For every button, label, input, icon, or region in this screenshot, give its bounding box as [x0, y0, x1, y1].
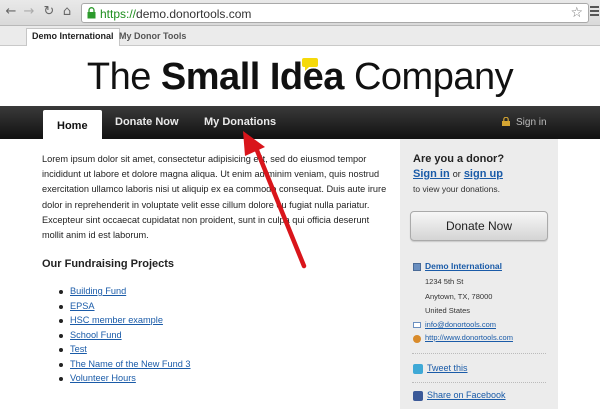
browser-toolbar: ← → ↻ ⌂ https://demo.donortools.com ☆ — [0, 0, 600, 26]
sidebar-sign-up-link[interactable]: sign up — [464, 168, 503, 180]
bookmark-star-icon[interactable]: ☆ — [570, 5, 583, 21]
twitter-icon — [413, 364, 423, 374]
facebook-share-link[interactable]: Share on Facebook — [427, 390, 506, 400]
organization-icon — [413, 263, 421, 271]
secure-lock-icon — [87, 7, 96, 19]
address-line: Anytown, TX, 78000 — [425, 292, 493, 301]
email-icon — [413, 322, 421, 328]
divider — [412, 382, 546, 383]
website-link[interactable]: http://www.donortools.com — [425, 333, 513, 342]
donate-now-button[interactable]: Donate Now — [410, 211, 548, 241]
list-item: Building Fund — [55, 284, 191, 299]
project-link[interactable]: Test — [70, 344, 87, 354]
list-item: HSC member example — [55, 313, 191, 328]
view-donations-text: to view your donations. — [413, 184, 500, 194]
tweet-link[interactable]: Tweet this — [427, 363, 468, 373]
sidebar: Are you a donor? Sign in or sign up to v… — [400, 139, 558, 409]
address-line: 1234 5th St — [425, 277, 464, 286]
projects-heading: Our Fundraising Projects — [42, 258, 175, 270]
list-item: Test — [55, 342, 191, 357]
project-link[interactable]: EPSA — [70, 301, 95, 311]
nav-my-donations[interactable]: My Donations — [204, 116, 276, 128]
projects-list: Building Fund EPSA HSC member example Sc… — [55, 284, 191, 386]
sign-in-link[interactable]: Sign in — [502, 117, 547, 128]
email-link[interactable]: info@donortools.com — [425, 320, 496, 329]
list-item: The Name of the New Fund 3 — [55, 357, 191, 372]
tab-demo-international[interactable]: Demo International — [26, 28, 120, 46]
address-line: United States — [425, 306, 471, 315]
project-link[interactable]: The Name of the New Fund 3 — [70, 359, 191, 369]
project-link[interactable]: School Fund — [70, 330, 122, 340]
donortools-toolbar: Demo International My Donor Tools — [0, 26, 600, 46]
menu-icon[interactable] — [590, 6, 599, 17]
padlock-icon — [502, 117, 510, 126]
address-bar[interactable]: https://demo.donortools.com ☆ — [81, 3, 589, 23]
nav-home[interactable]: Home — [43, 110, 102, 140]
tab-my-donor-tools[interactable]: My Donor Tools — [114, 29, 191, 43]
url-text: https://demo.donortools.com — [100, 7, 252, 21]
project-link[interactable]: Volunteer Hours — [70, 373, 136, 383]
or-text: or — [452, 169, 461, 179]
speech-bubble-icon — [302, 58, 318, 71]
intro-text: Lorem ipsum dolor sit amet, consectetur … — [42, 154, 387, 241]
sidebar-sign-in-link[interactable]: Sign in — [413, 168, 450, 180]
list-item: School Fund — [55, 328, 191, 343]
sign-links: Sign in or sign up — [413, 168, 503, 180]
home-icon[interactable]: ⌂ — [60, 5, 74, 19]
divider — [412, 353, 546, 354]
list-item: EPSA — [55, 299, 191, 314]
nav-donate-now[interactable]: Donate Now — [115, 116, 179, 128]
donor-question: Are you a donor? — [413, 153, 505, 165]
back-arrow-icon[interactable]: ← — [4, 5, 18, 19]
forward-arrow-icon[interactable]: → — [22, 5, 36, 19]
project-link[interactable]: Building Fund — [70, 286, 126, 296]
website-icon — [413, 335, 421, 343]
reload-icon[interactable]: ↻ — [42, 5, 56, 19]
org-name-link[interactable]: Demo International — [425, 261, 502, 271]
main-nav: Home Donate Now My Donations Sign in — [0, 106, 600, 140]
site-logo[interactable]: The Small Idea Company — [0, 56, 600, 99]
facebook-icon — [413, 391, 423, 401]
project-link[interactable]: HSC member example — [70, 315, 163, 325]
list-item: Volunteer Hours — [55, 371, 191, 386]
